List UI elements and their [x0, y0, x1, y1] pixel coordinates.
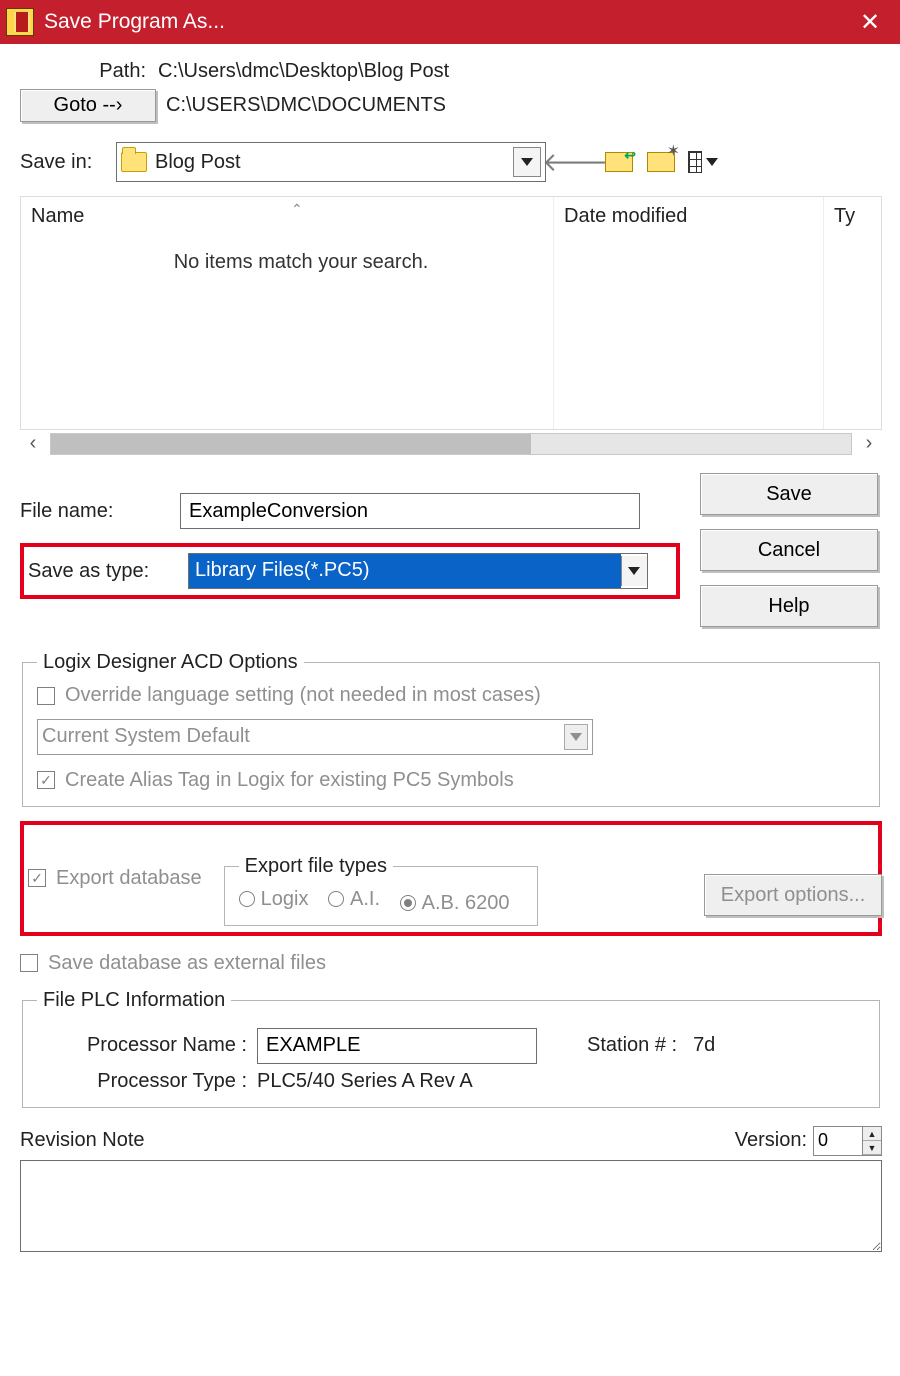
plc-legend: File PLC Information	[37, 989, 231, 1012]
language-combo: Current System Default	[37, 719, 593, 755]
dropdown-icon[interactable]	[621, 556, 647, 586]
cancel-button[interactable]: Cancel	[700, 529, 878, 571]
dropdown-icon	[564, 724, 588, 750]
override-language-checkbox: Override language setting (not needed in…	[37, 684, 541, 707]
save-button[interactable]: Save	[700, 473, 878, 515]
empty-message: No items match your search.	[21, 251, 581, 274]
scroll-left-icon[interactable]: ‹	[20, 432, 46, 455]
titlebar: Save Program As... ✕	[0, 0, 900, 44]
export-options-button: Export options...	[704, 874, 882, 916]
filename-input[interactable]	[180, 493, 640, 529]
processor-type-label: Processor Type :	[37, 1070, 247, 1093]
export-type-ai: A.I.	[328, 888, 380, 911]
version-input[interactable]	[814, 1127, 862, 1155]
create-alias-checkbox: ✓ Create Alias Tag in Logix for existing…	[37, 769, 514, 792]
save-in-combo[interactable]: Blog Post	[116, 142, 546, 182]
version-spinner[interactable]: ▲ ▼	[813, 1126, 882, 1156]
app-icon	[6, 8, 34, 36]
save-in-folder: Blog Post	[155, 151, 241, 174]
station-value: 7d	[693, 1034, 715, 1057]
save-in-label: Save in:	[20, 151, 108, 174]
version-label: Version:	[735, 1129, 807, 1152]
column-type[interactable]: Ty	[823, 197, 881, 429]
filename-label: File name:	[20, 500, 180, 523]
acd-options-group: Logix Designer ACD Options Override lang…	[22, 651, 880, 807]
close-icon[interactable]: ✕	[846, 8, 894, 37]
export-database-checkbox: ✓ Export database	[28, 867, 202, 890]
help-button[interactable]: Help	[700, 585, 878, 627]
window-title: Save Program As...	[44, 10, 846, 34]
acd-legend: Logix Designer ACD Options	[37, 651, 304, 674]
save-as-type-value: Library Files(*.PC5)	[189, 554, 621, 588]
processor-type-value: PLC5/40 Series A Rev A	[257, 1070, 473, 1093]
export-type-logix: Logix	[239, 888, 309, 911]
back-icon[interactable]: 🡐	[562, 148, 592, 176]
new-folder-icon[interactable]	[646, 148, 676, 176]
goto-button[interactable]: Goto --›	[20, 89, 156, 122]
scroll-right-icon[interactable]: ›	[856, 432, 882, 455]
save-as-type-combo[interactable]: Library Files(*.PC5)	[188, 553, 648, 589]
station-label: Station # :	[587, 1034, 677, 1057]
file-list[interactable]: Name Date modified Ty ⌃ No items match y…	[20, 196, 882, 430]
export-file-types-group: Export file types Logix A.I. A.B. 6200	[224, 855, 539, 926]
save-as-type-label: Save as type:	[28, 560, 188, 583]
horizontal-scrollbar[interactable]: ‹ ›	[20, 432, 882, 455]
processor-name-input[interactable]	[257, 1028, 537, 1064]
plc-info-group: File PLC Information Processor Name : St…	[22, 989, 880, 1108]
revision-note-label: Revision Note	[20, 1129, 145, 1152]
sort-indicator-icon: ⌃	[291, 201, 303, 218]
spinner-down-icon[interactable]: ▼	[863, 1141, 881, 1155]
path-value: C:\Users\dmc\Desktop\Blog Post	[158, 60, 449, 83]
scroll-thumb[interactable]	[51, 434, 531, 454]
revision-note-input[interactable]	[20, 1160, 882, 1252]
spinner-up-icon[interactable]: ▲	[863, 1127, 881, 1141]
processor-name-label: Processor Name :	[37, 1034, 247, 1057]
view-menu-icon[interactable]	[688, 148, 718, 176]
dropdown-icon[interactable]	[513, 147, 541, 177]
export-type-ab6200: A.B. 6200	[400, 892, 510, 915]
goto-path: C:\USERS\DMC\DOCUMENTS	[166, 94, 446, 117]
up-one-level-icon[interactable]	[604, 148, 634, 176]
save-as-type-highlight: Save as type: Library Files(*.PC5)	[20, 543, 680, 599]
folder-icon	[121, 152, 147, 172]
column-name[interactable]: Name	[21, 197, 553, 429]
export-file-types-legend: Export file types	[239, 855, 393, 878]
path-label: Path:	[20, 60, 146, 83]
column-date[interactable]: Date modified	[553, 197, 823, 429]
